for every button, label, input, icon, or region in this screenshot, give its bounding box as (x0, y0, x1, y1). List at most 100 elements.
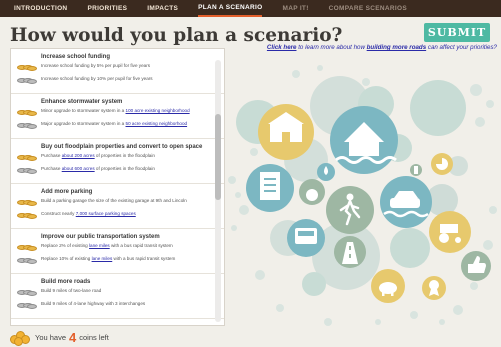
option-link[interactable]: about 600 acres (62, 166, 95, 171)
option-text-pre: Replace 2% of existing (41, 243, 90, 248)
document-icon (246, 164, 294, 212)
award-ribbon-icon (422, 276, 446, 300)
tab-plan-a-scenario[interactable]: PLAN A SCENARIO (198, 0, 263, 17)
option-row[interactable]: Build 9 miles of 4-lane highway with 3 i… (17, 301, 218, 310)
coin-cost-icon[interactable] (17, 108, 37, 117)
option-row[interactable]: Purchase about 200 acres of properties i… (17, 153, 218, 162)
option-text: Build a parking garage the size of the e… (41, 198, 187, 203)
option-section: Build more roads Build 9 miles of two-lan… (11, 274, 224, 319)
option-section: Enhance stormwater system Minor upgrade t… (11, 94, 224, 139)
option-row[interactable]: Major upgrade to stormwater system in a … (17, 121, 218, 130)
option-row[interactable]: Build a parking garage the size of the e… (17, 198, 218, 207)
option-row[interactable]: Increase school funding by 5% per pupil … (17, 63, 218, 72)
top-navigation: INTRODUCTION PRIORITIES IMPACTS PLAN A S… (0, 0, 501, 17)
option-link[interactable]: 100 acre existing neighborhood (126, 108, 190, 113)
house-flood-icon (330, 106, 398, 174)
option-row[interactable]: Replace 2% of existing lane miles with a… (17, 243, 218, 252)
option-text-pre: Major upgrade to stormwater system in a (41, 121, 126, 126)
learn-more-text: Click here to learn more about how build… (252, 44, 497, 52)
option-text-pre: Purchase (41, 153, 62, 158)
building-icon (410, 164, 422, 176)
option-section: Add more parking Build a parking garage t… (11, 184, 224, 229)
option-text: Purchase about 200 acres of properties i… (41, 153, 155, 159)
tab-priorities[interactable]: PRIORITIES (87, 0, 127, 17)
option-text: Build 9 miles of 4-lane highway with 3 i… (41, 301, 146, 306)
option-text: Increase school funding by 10% per pupil… (41, 76, 153, 81)
option-text-post: with a bus rapid transit system (109, 243, 173, 248)
option-text: Major upgrade to stormwater system in a … (41, 121, 187, 127)
option-link[interactable]: about 200 acres (62, 153, 95, 158)
coin-cost-icon[interactable] (17, 301, 37, 310)
page-title: How would you plan a scenario? (10, 25, 343, 46)
coin-cost-icon[interactable] (17, 76, 37, 85)
tab-compare-scenarios[interactable]: COMPARE SCENARIOS (329, 0, 407, 17)
priorities-illustration (228, 65, 497, 326)
tab-map-it[interactable]: MAP IT! (282, 0, 308, 17)
thumbs-up-icon (461, 251, 491, 281)
section-heading: Increase school funding (41, 54, 111, 60)
option-text: Construct nearly 7,000 surface parking s… (41, 211, 136, 217)
coin-cost-icon[interactable] (17, 256, 37, 265)
option-link[interactable]: lane miles (92, 256, 113, 261)
coin-pile-icon (10, 329, 32, 346)
learn-more-text-2: can affect your priorities? (426, 44, 497, 51)
coin-cost-icon[interactable] (17, 121, 37, 130)
option-link[interactable]: lane miles (89, 243, 110, 248)
option-text-pre: Construct nearly (41, 211, 76, 216)
tab-impacts[interactable]: IMPACTS (147, 0, 178, 17)
section-heading: Buy out floodplain properties and conver… (41, 144, 203, 150)
coins-remaining: You have 4 coins left (10, 328, 109, 346)
scrollbar-thumb[interactable] (215, 114, 221, 200)
tab-introduction[interactable]: INTRODUCTION (14, 0, 67, 17)
option-link[interactable]: 7,000 surface parking spaces (76, 211, 136, 216)
submit-button[interactable]: SUBMIT (424, 23, 490, 42)
pie-chart-icon (431, 153, 453, 175)
option-text: Purchase about 600 acres of properties i… (41, 166, 155, 172)
tractor-icon (429, 211, 471, 253)
section-heading: Improve our public transportation system (41, 234, 160, 240)
option-section: Improve our public transportation system… (11, 229, 224, 274)
option-text: Replace 2% of existing lane miles with a… (41, 243, 173, 249)
section-heading: Enhance stormwater system (41, 99, 123, 105)
option-row[interactable]: Minor upgrade to stormwater system in a … (17, 108, 218, 117)
option-text: Replace 10% of existing lane miles with … (41, 256, 175, 262)
coin-cost-icon[interactable] (17, 211, 37, 220)
option-row[interactable]: Purchase about 600 acres of properties i… (17, 166, 218, 175)
drop-icon (317, 163, 335, 181)
learn-more-topic-link[interactable]: building more roads (367, 44, 426, 51)
coin-cost-icon[interactable] (17, 153, 37, 162)
option-text-post: with a bus rapid transit system (112, 256, 176, 261)
coins-left-prefix: You have (35, 332, 67, 342)
option-text-post: of properties in the floodplain (94, 166, 155, 171)
coin-cost-icon[interactable] (17, 63, 37, 72)
road-icon (334, 236, 366, 268)
school-icon (258, 104, 314, 160)
option-text: Minor upgrade to stormwater system in a … (41, 108, 190, 114)
coin-cost-icon[interactable] (17, 288, 37, 297)
option-text-pre: Replace 10% of existing (41, 256, 92, 261)
coin-cost-icon[interactable] (17, 243, 37, 252)
options-scrollbar[interactable] (215, 60, 221, 322)
option-section: Buy out floodplain properties and conver… (11, 139, 224, 184)
option-text-post: of properties in the floodplain (94, 153, 155, 158)
coin-cost-icon[interactable] (17, 166, 37, 175)
option-row[interactable]: Replace 10% of existing lane miles with … (17, 256, 218, 265)
bus-icon (287, 219, 325, 257)
option-text-pre: Purchase (41, 166, 62, 171)
coins-left-suffix: coins left (79, 332, 109, 342)
option-link[interactable]: 50 acre existing neighborhood (126, 121, 188, 126)
option-section: Increase school funding Increase school f… (11, 49, 224, 94)
pedestrian-icon (326, 186, 374, 234)
learn-more-text-1: to learn more about how (296, 44, 367, 51)
option-text: Build 9 miles of two-lane road (41, 288, 102, 293)
option-text: Increase school funding by 5% per pupil … (41, 63, 151, 68)
options-panel: Increase school funding Increase school f… (10, 48, 225, 326)
option-row[interactable]: Build 9 miles of two-lane road (17, 288, 218, 297)
section-heading: Add more parking (41, 189, 93, 195)
option-row[interactable]: Construct nearly 7,000 surface parking s… (17, 211, 218, 220)
option-row[interactable]: Increase school funding by 10% per pupil… (17, 76, 218, 85)
flooded-car-icon (380, 176, 432, 228)
learn-more-link[interactable]: Click here (267, 44, 297, 51)
coins-left-count: 4 (69, 329, 77, 345)
coin-cost-icon[interactable] (17, 198, 37, 207)
